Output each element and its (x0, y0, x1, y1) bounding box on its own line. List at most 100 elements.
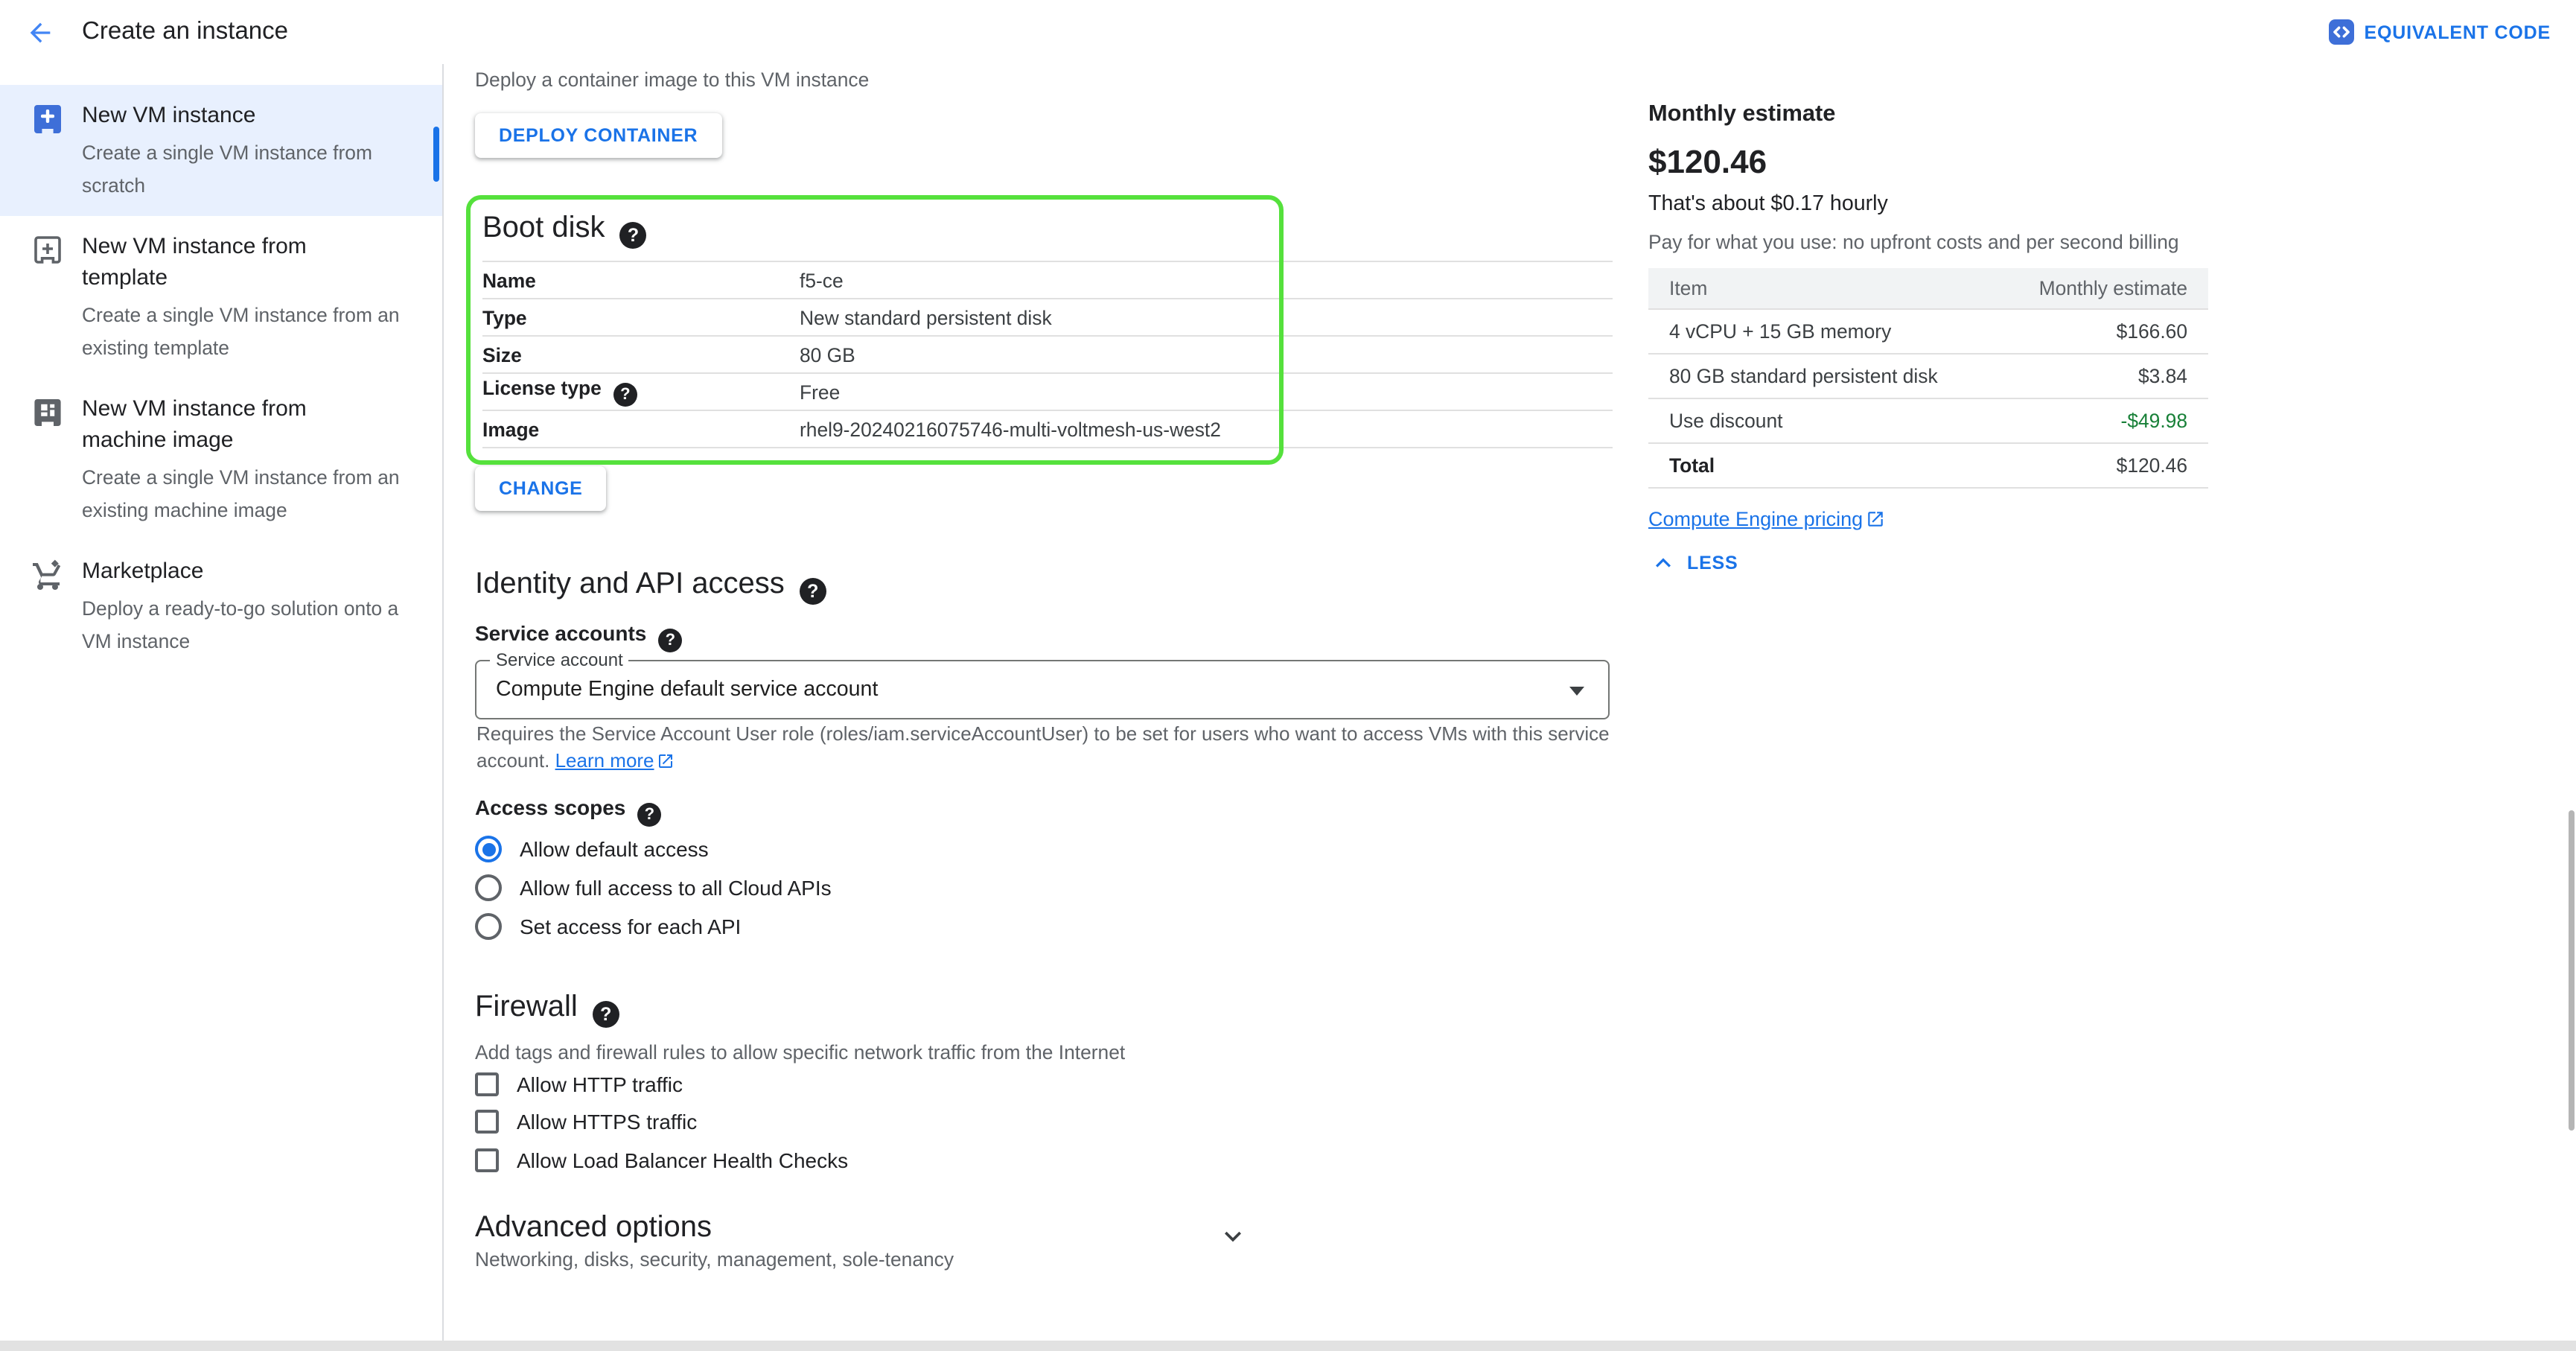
estimate-row: 80 GB standard persistent disk $3.84 (1648, 354, 2208, 398)
sidebar-item-new-vm-instance[interactable]: New VM instance Create a single VM insta… (0, 85, 442, 216)
estimate-table: Item Monthly estimate 4 vCPU + 15 GB mem… (1648, 268, 2208, 489)
radio-icon (475, 874, 502, 901)
create-instance-page: Create an instance EQUIVALENT CODE New V… (0, 0, 2576, 1351)
instance-type-sidebar: New VM instance Create a single VM insta… (0, 64, 444, 1341)
back-button[interactable] (22, 15, 58, 51)
dropdown-arrow-icon (1569, 687, 1584, 696)
item-cell: Use discount (1648, 398, 1995, 443)
row-label: Type (482, 306, 800, 328)
boot-disk-title: Boot disk (482, 209, 647, 249)
pricing-link[interactable]: Compute Engine pricing (1648, 508, 1863, 530)
help-icon[interactable] (637, 803, 661, 827)
advanced-options-subtitle: Networking, disks, security, management,… (475, 1248, 954, 1271)
help-icon[interactable] (800, 578, 826, 605)
sidebar-item-title: New VM instance from machine image (82, 393, 386, 456)
sidebar-item-title: New VM instance from template (82, 231, 386, 293)
vm-plus-icon (30, 101, 66, 137)
row-value: 80 GB (800, 343, 855, 366)
vm-template-icon (30, 232, 66, 268)
select-value: Compute Engine default service account (496, 661, 878, 718)
external-link-icon (657, 751, 675, 769)
container-hint: Deploy a container image to this VM inst… (475, 69, 869, 91)
value-cell: -$49.98 (1995, 398, 2208, 443)
boot-disk-row-license-type: License type Free (482, 372, 1613, 410)
sidebar-item-desc: Deploy a ready-to-go solution onto a VM … (82, 593, 421, 657)
estimate-hourly: That's about $0.17 hourly (1648, 192, 1888, 216)
radio-label: Set access for each API (520, 915, 741, 938)
external-link-icon (1866, 509, 1885, 529)
checkbox-allow-lb-health-checks[interactable]: Allow Load Balancer Health Checks (475, 1148, 848, 1172)
access-scopes-label: Access scopes (475, 795, 661, 827)
value-cell: $3.84 (1995, 354, 2208, 398)
checkbox-allow-https[interactable]: Allow HTTPS traffic (475, 1110, 697, 1134)
estimate-header-row: Item Monthly estimate (1648, 268, 2208, 309)
arrow-back-icon (25, 18, 55, 48)
help-icon[interactable] (658, 629, 682, 652)
sidebar-item-new-vm-from-template[interactable]: New VM instance from template Create a s… (0, 216, 442, 378)
item-cell: 4 vCPU + 15 GB memory (1648, 309, 1995, 354)
identity-api-access-title: Identity and API access (475, 565, 826, 605)
col-item: Item (1648, 268, 1995, 309)
service-accounts-label: Service accounts (475, 621, 682, 652)
page-title: Create an instance (82, 0, 288, 64)
checkbox-label: Allow HTTP traffic (517, 1072, 683, 1096)
checkbox-allow-http[interactable]: Allow HTTP traffic (475, 1072, 683, 1096)
sidebar-item-new-vm-from-machine-image[interactable]: New VM instance from machine image Creat… (0, 378, 442, 541)
radio-set-access-each-api[interactable]: Set access for each API (475, 913, 741, 940)
firewall-desc: Add tags and firewall rules to allow spe… (475, 1041, 1125, 1064)
row-value: rhel9-20240216075746-multi-voltmesh-us-w… (800, 418, 1221, 440)
radio-allow-full-access[interactable]: Allow full access to all Cloud APIs (475, 874, 832, 901)
help-icon[interactable] (613, 383, 637, 407)
service-account-helper: Requires the Service Account User role (… (476, 721, 1668, 773)
estimate-row-discount: Use discount -$49.98 (1648, 398, 2208, 443)
less-toggle[interactable]: LESS (1648, 548, 1738, 578)
learn-more-link[interactable]: Learn more (555, 748, 654, 771)
compute-engine-pricing-link-row: Compute Engine pricing (1648, 508, 1885, 530)
row-label: Size (482, 343, 800, 366)
deploy-container-button[interactable]: DEPLOY CONTAINER (475, 113, 721, 158)
estimate-row: 4 vCPU + 15 GB memory $166.60 (1648, 309, 2208, 354)
sidebar-scroll-indicator[interactable] (433, 127, 439, 182)
equivalent-code-button[interactable]: EQUIVALENT CODE (2329, 0, 2551, 64)
boot-disk-row-size: Size 80 GB (482, 335, 1613, 372)
less-label: LESS (1687, 553, 1738, 573)
radio-label: Allow default access (520, 837, 709, 861)
boot-disk-row-type: Type New standard persistent disk (482, 298, 1613, 335)
item-cell: Total (1648, 443, 1995, 488)
row-value: Free (800, 381, 840, 403)
sidebar-item-desc: Create a single VM instance from scratch (82, 137, 421, 201)
boot-disk-row-name: Name f5-ce (482, 261, 1613, 298)
main-form: Deploy a container image to this VM inst… (444, 64, 2576, 1341)
vertical-scrollbar-thumb[interactable] (2569, 810, 2575, 1131)
change-boot-disk-button[interactable]: CHANGE (475, 466, 607, 511)
sidebar-item-desc: Create a single VM instance from an exis… (82, 462, 421, 526)
radio-selected-icon (475, 836, 502, 862)
boot-disk-table: Name f5-ce Type New standard persistent … (482, 261, 1613, 448)
estimate-amount: $120.46 (1648, 142, 1767, 183)
checkbox-icon (475, 1110, 499, 1134)
value-cell: $120.46 (1995, 443, 2208, 488)
help-icon[interactable] (620, 222, 647, 249)
radio-icon (475, 913, 502, 940)
horizontal-scrollbar-track[interactable] (0, 1341, 2576, 1351)
checkbox-label: Allow Load Balancer Health Checks (517, 1148, 848, 1172)
checkbox-icon (475, 1148, 499, 1172)
radio-label: Allow full access to all Cloud APIs (520, 876, 832, 900)
row-label: License type (482, 377, 800, 407)
equivalent-code-label: EQUIVALENT CODE (2365, 22, 2551, 42)
row-value: f5-ce (800, 269, 844, 291)
sidebar-item-marketplace[interactable]: Marketplace Deploy a ready-to-go solutio… (0, 541, 442, 672)
help-icon[interactable] (593, 1001, 619, 1028)
estimate-title: Monthly estimate (1648, 101, 1835, 128)
row-value: New standard persistent disk (800, 306, 1052, 328)
row-label: Image (482, 418, 800, 440)
top-app-bar: Create an instance EQUIVALENT CODE (0, 0, 2576, 66)
code-icon (2329, 19, 2354, 45)
radio-allow-default-access[interactable]: Allow default access (475, 836, 709, 862)
checkbox-label: Allow HTTPS traffic (517, 1110, 697, 1134)
service-account-select[interactable]: Service account Compute Engine default s… (475, 660, 1610, 719)
marketplace-cart-icon (30, 557, 66, 593)
sidebar-item-desc: Create a single VM instance from an exis… (82, 299, 421, 363)
chevron-down-icon[interactable] (1217, 1220, 1249, 1253)
checkbox-icon (475, 1072, 499, 1096)
